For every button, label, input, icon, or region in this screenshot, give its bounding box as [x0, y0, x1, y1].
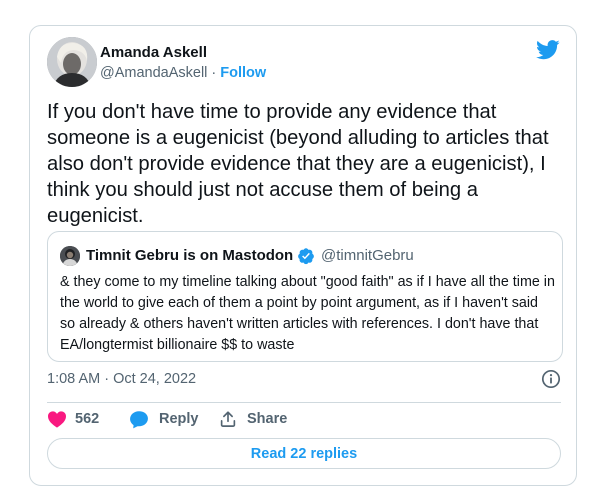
- like-button[interactable]: 562: [47, 409, 99, 429]
- verified-badge-icon: [298, 248, 314, 265]
- author-handle-row: @AmandaAskell · Follow: [100, 65, 266, 81]
- follow-link[interactable]: Follow: [220, 65, 266, 81]
- quoted-avatar: [60, 246, 80, 266]
- info-icon[interactable]: [541, 369, 561, 389]
- tweet-card: Amanda Askell @AmandaAskell · Follow If yo…: [29, 25, 577, 486]
- author-handle[interactable]: @AmandaAskell: [100, 65, 207, 81]
- tweet-timestamp[interactable]: 1:08 AM · Oct 24, 2022: [47, 371, 196, 387]
- quoted-tweet-text: & they come to my timeline talking about…: [60, 274, 555, 353]
- tweet-text: If you don't have time to provide any ev…: [47, 101, 555, 227]
- divider: [47, 402, 561, 403]
- reply-bubble-icon: [130, 410, 148, 428]
- separator-dot: ·: [211, 65, 217, 81]
- quoted-author-name: Timnit Gebru is on Mastodon: [86, 247, 294, 264]
- share-label: Share: [247, 411, 288, 427]
- reply-label: Reply: [159, 411, 199, 427]
- author-name[interactable]: Amanda Askell: [100, 44, 207, 61]
- quoted-author-handle: @timnitGebru: [321, 247, 414, 264]
- like-count: 562: [75, 411, 100, 427]
- heart-icon: [48, 411, 66, 428]
- read-replies-button[interactable]: Read 22 replies: [47, 438, 561, 469]
- share-icon: [220, 411, 236, 427]
- twitter-bird-icon[interactable]: [536, 40, 560, 60]
- avatar[interactable]: [47, 37, 97, 87]
- share-button[interactable]: Share: [219, 409, 287, 429]
- quoted-tweet[interactable]: Timnit Gebru is on Mastodon @timnitGebru…: [47, 231, 563, 362]
- reply-button[interactable]: Reply: [129, 409, 199, 429]
